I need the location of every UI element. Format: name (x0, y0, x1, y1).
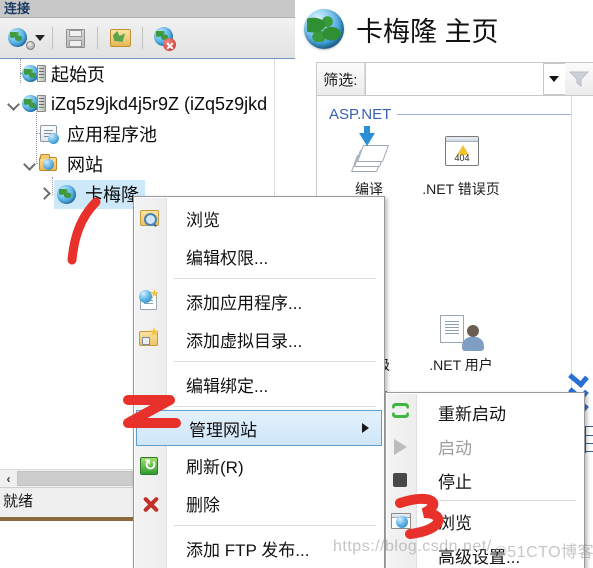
menu-item-label: 管理网站 (189, 420, 257, 440)
chevron-down-icon[interactable] (543, 63, 566, 95)
scroll-left-arrow-icon[interactable]: ‹ (0, 470, 17, 487)
disconnect-icon[interactable] (150, 23, 180, 53)
page-title: 卡梅隆 主页 (356, 16, 499, 47)
expander-expanded-icon[interactable] (22, 156, 38, 172)
watermark-left: https://blog.csdn.net/ (333, 538, 492, 555)
submenu-item-label: 启动 (438, 438, 472, 458)
status-text: 就绪 (3, 493, 34, 510)
chevron-right-icon (362, 423, 369, 433)
connections-panel-title: 连接 (0, 0, 295, 18)
menu-item-label: 刷新(R) (186, 457, 244, 477)
restart-icon (390, 402, 412, 422)
group-label: ASP.NET (329, 106, 392, 123)
menu-separator (174, 406, 376, 407)
toolbar-separator (97, 27, 98, 49)
expander-collapsed-icon[interactable] (38, 186, 54, 202)
filter-funnel-icon[interactable] (565, 63, 593, 95)
save-icon[interactable] (60, 23, 90, 53)
start-icon (390, 436, 412, 456)
delete-icon (138, 493, 162, 515)
menu-item-label: 添加虚拟目录... (186, 331, 303, 351)
menu-separator (174, 361, 376, 362)
menu-item-edit-bindings[interactable]: 编辑绑定... (134, 365, 384, 403)
net-error-pages-icon: 404 (438, 131, 484, 177)
menu-item-label: 添加 FTP 发布... (186, 540, 310, 560)
compilation-icon (346, 126, 392, 177)
menu-item-manage-website[interactable]: 管理网站 (136, 410, 382, 446)
tree-item-site-kameron[interactable]: 卡梅隆 (38, 179, 145, 209)
tree-item-server[interactable]: iZq5z9jkd4j5r9Z (iZq5z9jkd (6, 89, 267, 119)
menu-item-browse[interactable]: 浏览 (134, 199, 384, 237)
add-virtual-directory-icon (138, 327, 162, 351)
toolbar-separator (142, 27, 143, 49)
tree-item-sites[interactable]: 网站 (22, 149, 103, 179)
globe-server-icon (22, 93, 46, 115)
submenu-item-browse[interactable]: 浏览 (386, 504, 584, 538)
browse-icon (138, 208, 162, 230)
watermark-right: ©51CTO博客 (495, 544, 593, 561)
connect-globe-icon[interactable] (4, 23, 35, 53)
tree-item-label: 卡梅隆 (85, 184, 139, 205)
menu-item-label: 编辑绑定... (186, 376, 269, 396)
menu-item-label: 浏览 (186, 210, 220, 230)
globe-icon (304, 9, 344, 49)
submenu-separator (424, 500, 576, 501)
menu-item-label: 添加应用程序... (186, 293, 303, 313)
submenu-item-label: 重新启动 (438, 404, 506, 424)
tile-caption: .NET 错误页 (422, 181, 500, 197)
group-divider (397, 114, 587, 115)
app-pool-icon (38, 123, 62, 145)
filter-bar[interactable]: 筛选: (316, 62, 593, 96)
page-header: 卡梅隆 主页 (296, 0, 593, 58)
menu-item-label: 编辑权限... (186, 248, 269, 268)
browse-window-icon (390, 511, 412, 531)
start-page-icon[interactable] (105, 23, 135, 53)
tile-net-users[interactable]: .NET 用户 (415, 307, 507, 375)
refresh-icon (138, 455, 162, 477)
connect-dropdown-caret-icon[interactable] (35, 35, 45, 41)
menu-item-delete[interactable]: 删除 (134, 484, 384, 522)
submenu-item-label: 停止 (438, 472, 472, 492)
group-header-aspnet: ASP.NET (317, 96, 593, 123)
tile-caption: .NET 用户 (429, 357, 493, 373)
menu-item-refresh[interactable]: 刷新(R) (134, 446, 384, 484)
submenu-item-label: 浏览 (438, 513, 472, 533)
submenu-item-stop[interactable]: 停止 (386, 463, 584, 497)
site-globe-icon (56, 183, 80, 205)
tree-item-app-pools[interactable]: 应用程序池 (22, 119, 157, 149)
menu-item-edit-permissions[interactable]: 编辑权限... (134, 237, 384, 275)
submenu-item-start: 启动 (386, 429, 584, 463)
tree-item-label: 应用程序池 (67, 125, 157, 145)
net-users-icon (438, 307, 484, 353)
tree-item-start-page[interactable]: 起始页 (6, 59, 105, 89)
globe-server-icon (22, 63, 46, 85)
menu-separator (174, 525, 376, 526)
filter-label: 筛选: (317, 63, 365, 95)
connections-toolbar (0, 18, 295, 59)
tile-compilation[interactable]: 编译 (323, 126, 415, 199)
stop-icon (390, 470, 412, 490)
expander-expanded-icon[interactable] (6, 96, 22, 112)
tree-item-label: 网站 (67, 155, 103, 175)
menu-item-label: 删除 (186, 495, 220, 515)
tree-item-label: iZq5z9jkd4j5r9Z (iZq5z9jkd (51, 93, 268, 114)
menu-item-add-virtual-directory[interactable]: 添加虚拟目录... (134, 320, 384, 358)
tree-item-label: 起始页 (51, 65, 105, 85)
submenu-item-restart[interactable]: 重新启动 (386, 395, 584, 429)
filter-input[interactable] (364, 63, 544, 95)
add-application-icon (138, 289, 162, 313)
tile-net-error-pages[interactable]: 404 .NET 错误页 (415, 131, 507, 199)
toolbar-separator (52, 27, 53, 49)
sites-folder-icon (38, 153, 62, 175)
site-context-menu[interactable]: 浏览 编辑权限... 添加应用程序... 添加虚拟目录... 编辑绑定... 管… (133, 196, 385, 568)
menu-item-add-application[interactable]: 添加应用程序... (134, 282, 384, 320)
menu-separator (174, 278, 376, 279)
